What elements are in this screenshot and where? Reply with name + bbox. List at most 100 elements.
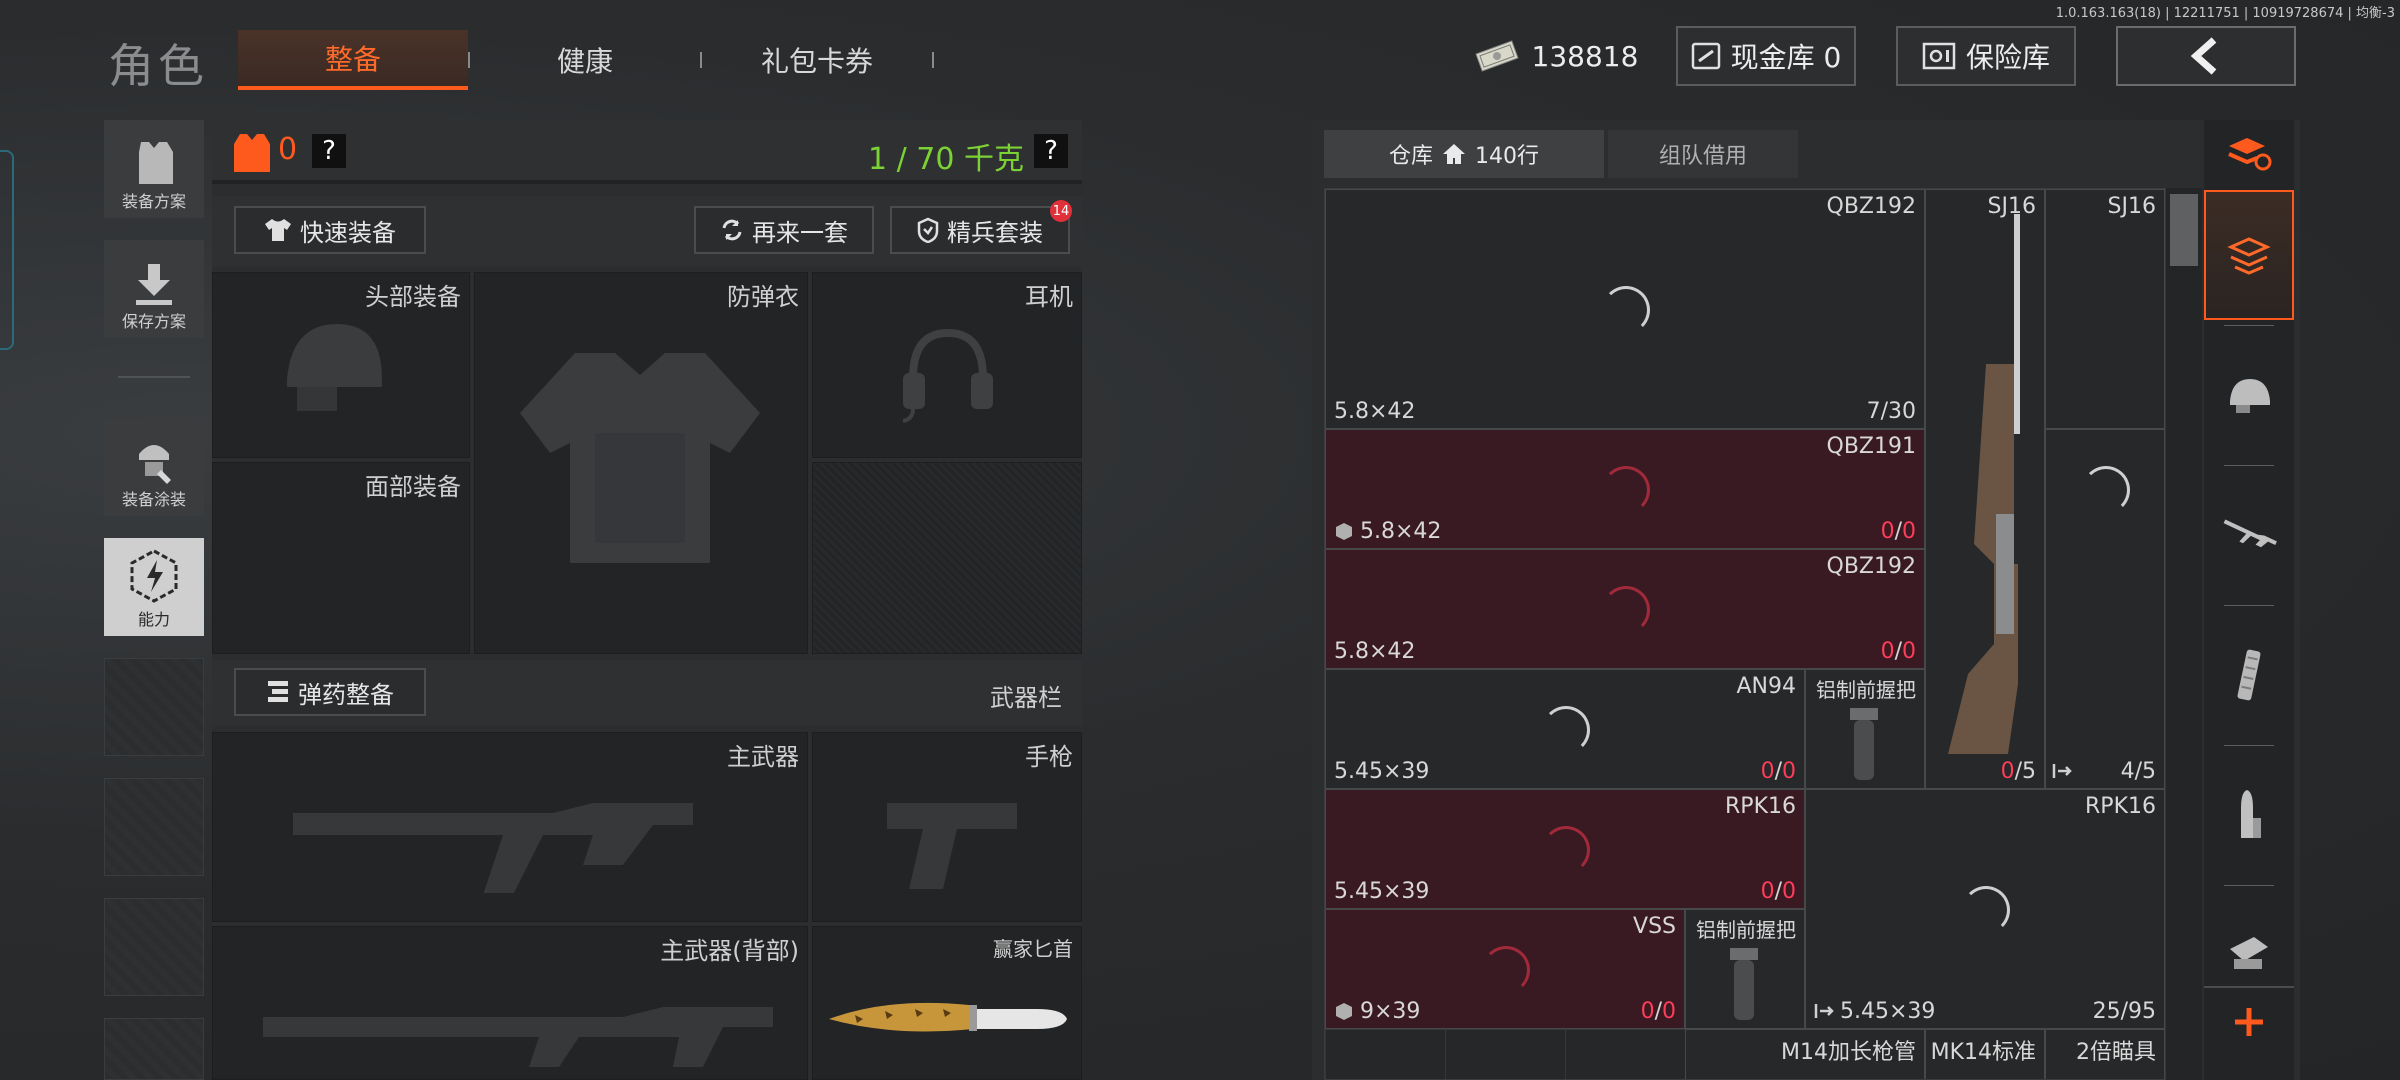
elite-set-label: 精兵套装 [947, 218, 1043, 247]
ammo-manage-button[interactable]: 弹药整备 [234, 668, 426, 716]
tab-warehouse[interactable]: 仓库 140行 [1324, 130, 1604, 178]
item-2x-scope[interactable]: 2倍瞄具 [2045, 1029, 2165, 1079]
slot-pistol[interactable]: 手枪 [812, 732, 1082, 922]
scope-icon [2224, 933, 2274, 977]
item-vss[interactable]: VSS 9×39 0/0 [1325, 909, 1685, 1029]
equip-plan-button[interactable]: 装备方案 [104, 120, 204, 218]
slot-primary-back[interactable]: 主武器(背部) [212, 926, 808, 1080]
left-menu-divider [118, 376, 190, 378]
tab-gift-cards[interactable]: 礼包卡券 [702, 30, 932, 90]
reequip-label: 再来一套 [752, 218, 848, 247]
item-caliber: 5.8×42 [1334, 639, 1416, 664]
tab-team-borrow[interactable]: 组队借用 [1608, 130, 1798, 178]
count-max: 0 [1662, 999, 1676, 1024]
item-qbz192-b[interactable]: QBZ192 5.8×42 0/0 [1325, 549, 1925, 669]
inventory-scrollbar[interactable] [2166, 188, 2202, 1080]
back-button[interactable] [2116, 26, 2296, 86]
item-qbz192[interactable]: QBZ192 5.8×42 7/30 [1325, 189, 1925, 429]
item-name: AN94 [1736, 674, 1796, 699]
sort-refresh-button[interactable] [2204, 120, 2294, 188]
count-current: 0 [1640, 999, 1655, 1024]
count-current: 0 [2000, 759, 2015, 784]
elite-set-button[interactable]: 精兵套装 [890, 206, 1070, 254]
item-caliber: 5.45×39 [1840, 999, 1936, 1024]
item-sj16-mag[interactable]: 4/5 [2045, 429, 2165, 789]
loading-icon [1482, 946, 1530, 994]
armor-value: 0 [278, 132, 298, 167]
item-caliber: 5.45×39 [1334, 879, 1430, 904]
version-text: 1.0.163.163(18) | 12211751 | 10919728674… [2055, 6, 2395, 21]
tab-equip[interactable]: 整备 [238, 30, 468, 90]
armor-help-icon[interactable]: ? [312, 134, 346, 168]
slot-melee[interactable]: 赢家匕首 [812, 926, 1082, 1080]
item-rpk16-a[interactable]: RPK16 5.45×39 0/0 [1325, 789, 1805, 909]
warehouse-rows: 140行 [1475, 144, 1539, 169]
slot-face[interactable]: 面部装备 [212, 462, 470, 654]
scrollbar-thumb[interactable] [2170, 194, 2198, 266]
category-ammo[interactable] [2204, 750, 2294, 880]
rifle-icon [293, 763, 733, 893]
category-all[interactable] [2204, 190, 2294, 320]
quick-equip-button[interactable]: 快速装备 [234, 206, 426, 254]
item-name: M14加长枪管 [1781, 1040, 1916, 1065]
item-an94[interactable]: AN94 5.45×39 0/0 [1325, 669, 1805, 789]
safe-vault-button[interactable]: 保险库 [1896, 26, 2076, 86]
page-title: 角色 [108, 39, 208, 93]
count-max: 0 [1782, 759, 1796, 784]
bullet-icon [2231, 788, 2267, 842]
item-count: 0/0 [1881, 519, 1916, 544]
equip-paint-button[interactable]: 装备涂装 [104, 418, 204, 516]
equip-plan-label: 装备方案 [121, 192, 186, 211]
loading-icon [1542, 826, 1590, 874]
home-icon [1441, 142, 1467, 166]
count-sep: /5 [2014, 759, 2036, 784]
cash-vault-button[interactable]: 现金库 0 [1676, 26, 1856, 86]
item-name: 铝制前握把 [1816, 678, 1916, 702]
box-icon [1334, 1002, 1354, 1020]
slot-armor[interactable]: 防弹衣 [474, 272, 808, 654]
item-m14-barrel[interactable]: M14加长枪管 [1685, 1029, 1925, 1079]
side-drawer-handle[interactable] [0, 150, 14, 350]
empty-menu-slot [104, 898, 204, 996]
item-sj16-ammo[interactable]: SJ16 [2045, 189, 2165, 429]
item-name: RPK16 [2085, 794, 2156, 819]
slot-headset-label: 耳机 [1025, 283, 1073, 311]
empty-menu-slot [104, 778, 204, 876]
item-mk14-std[interactable]: MK14标准 [1925, 1029, 2045, 1079]
count-current: 0 [1760, 759, 1775, 784]
slot-primary[interactable]: 主武器 [212, 732, 808, 922]
shirt-icon [264, 217, 292, 243]
category-magazine[interactable] [2204, 610, 2294, 740]
currency-display: 138818 [1470, 26, 1640, 86]
item-sj16-rifle[interactable]: SJ16 0/5 [1925, 189, 2045, 789]
count-sep: / [1894, 639, 1902, 664]
add-category-button[interactable] [2204, 986, 2294, 1056]
item-grip-b[interactable]: 铝制前握把 [1685, 909, 1805, 1029]
item-caliber: 9×39 [1360, 999, 1421, 1024]
ammo-list-icon [266, 679, 290, 705]
slot-headset[interactable]: 耳机 [812, 272, 1082, 458]
category-divider [2224, 465, 2274, 466]
warehouse-label: 仓库 [1388, 144, 1433, 169]
slot-head[interactable]: 头部装备 [212, 272, 470, 458]
empty-menu-slot [104, 1018, 204, 1080]
slot-primary-label: 主武器 [727, 743, 799, 771]
item-rpk16-b[interactable]: RPK16 5.45×39 25/95 [1805, 789, 2165, 1029]
slot-pistol-label: 手枪 [1025, 743, 1073, 771]
item-grip-a[interactable]: 铝制前握把 [1805, 669, 1925, 789]
item-name: MK14标准 [1930, 1040, 2036, 1065]
ability-label: 能力 [137, 610, 170, 629]
category-weapon[interactable] [2204, 470, 2294, 600]
tab-health[interactable]: 健康 [470, 30, 700, 90]
category-helmet[interactable] [2204, 330, 2294, 460]
item-count: 4/5 [2120, 759, 2156, 784]
save-plan-button[interactable]: 保存方案 [104, 240, 204, 338]
weight-help-icon[interactable]: ? [1034, 134, 1068, 168]
item-qbz191[interactable]: QBZ191 5.8×42 0/0 [1325, 429, 1925, 549]
item-caliber: 5.8×42 [1334, 399, 1416, 424]
ability-button[interactable]: 能力 [104, 538, 204, 636]
banknote-icon [1472, 39, 1522, 73]
item-count: 0/5 [2001, 759, 2036, 784]
reequip-button[interactable]: 再来一套 [694, 206, 874, 254]
loading-icon [1602, 466, 1650, 514]
